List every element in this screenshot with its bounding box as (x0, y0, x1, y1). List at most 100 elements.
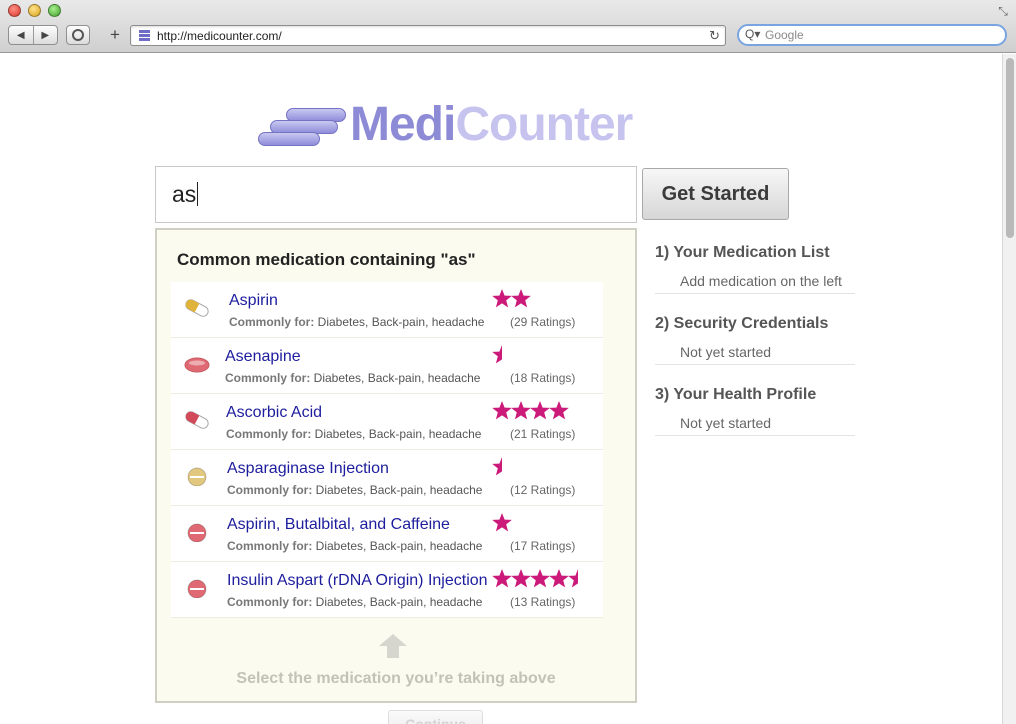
medication-results-panel: Common medication containing "as" Aspiri… (155, 228, 637, 703)
select-medication-hint: Select the medication you’re taking abov… (236, 670, 556, 687)
common-uses-label: Commonly for: (227, 483, 313, 497)
fullscreen-icon[interactable]: ⤡ (996, 4, 1010, 18)
reload-icon[interactable]: ↻ (709, 28, 720, 44)
step-status: Not yet started (655, 341, 855, 365)
step-status: Add medication on the left (655, 270, 855, 294)
search-placeholder: Google (765, 28, 804, 42)
star-rating (492, 569, 578, 588)
stop-button[interactable] (66, 25, 90, 45)
up-arrow-icon (379, 634, 407, 658)
medicounter-logo[interactable]: MediCounter (258, 98, 658, 152)
star-icon (530, 401, 550, 420)
logo-medi-text: Medi (350, 98, 456, 151)
new-tab-button[interactable]: + (102, 25, 128, 45)
star-icon (530, 569, 550, 588)
url-text[interactable]: http://medicounter.com/ (157, 29, 282, 43)
rating-count: (13 Ratings) (510, 595, 576, 609)
star-rating (492, 401, 569, 420)
back-forward-group: ◀ ▶ (8, 25, 58, 45)
medication-result-row[interactable]: Insulin Aspart (rDNA Origin) Injection Co… (171, 562, 603, 618)
medication-name-link[interactable]: Ascorbic Acid (226, 404, 322, 422)
medication-name-link[interactable]: Insulin Aspart (rDNA Origin) Injection (227, 572, 488, 590)
common-uses-text: Diabetes, Back-pain, headache (314, 315, 485, 329)
step-medication-list: 1) Your Medication List Add medication o… (655, 244, 855, 315)
common-uses: Commonly for: Diabetes, Back-pain, heada… (227, 539, 482, 553)
step-title: 1) Your Medication List (655, 244, 830, 261)
common-uses-text: Diabetes, Back-pain, headache (310, 371, 481, 385)
star-icon (492, 569, 512, 588)
tablet-icon (184, 357, 210, 373)
minimize-window-button[interactable] (28, 4, 41, 17)
site-favicon-icon (139, 30, 150, 42)
medication-name-link[interactable]: Asenapine (225, 348, 301, 366)
common-uses-text: Diabetes, Back-pain, headache (312, 483, 483, 497)
rating-count: (21 Ratings) (510, 427, 576, 441)
round-pill-icon (187, 523, 207, 542)
rating-count: (17 Ratings) (510, 539, 576, 553)
common-uses: Commonly for: Diabetes, Back-pain, heada… (227, 595, 482, 609)
star-icon (492, 289, 512, 308)
common-uses: Commonly for: Diabetes, Back-pain, heada… (229, 315, 484, 329)
pills-logo-icon (258, 108, 346, 148)
star-icon (511, 401, 531, 420)
medication-name-link[interactable]: Aspirin, Butalbital, and Caffeine (227, 516, 450, 534)
star-icon (511, 289, 531, 308)
common-uses: Commonly for: Diabetes, Back-pain, heada… (227, 483, 482, 497)
rating-count: (29 Ratings) (510, 315, 576, 329)
star-icon (492, 513, 512, 532)
star-icon (492, 401, 512, 420)
medication-result-row[interactable]: Asparaginase Injection Commonly for: Diab… (171, 450, 603, 506)
medication-result-row[interactable]: Ascorbic Acid Commonly for: Diabetes, Bac… (171, 394, 603, 450)
rating-count: (18 Ratings) (510, 371, 576, 385)
logo-counter-text: Counter (455, 98, 633, 151)
round-pill-icon (187, 467, 207, 486)
capsule-icon (185, 299, 209, 317)
page-scrollbar[interactable] (1002, 54, 1016, 724)
search-input-value[interactable]: as (172, 181, 199, 208)
progress-steps: 1) Your Medication List Add medication o… (655, 244, 855, 457)
medication-result-row[interactable]: Aspirin, Butalbital, and Caffeine Commonl… (171, 506, 603, 562)
medication-name-link[interactable]: Asparaginase Injection (227, 460, 389, 478)
get-started-button[interactable]: Get Started (642, 168, 789, 220)
stop-icon (72, 29, 84, 41)
star-rating (492, 513, 512, 532)
results-list: Aspirin Commonly for: Diabetes, Back-pain… (171, 282, 603, 618)
half-star-icon (492, 457, 502, 476)
common-uses-text: Diabetes, Back-pain, headache (311, 427, 482, 441)
common-uses-text: Diabetes, Back-pain, headache (312, 539, 483, 553)
half-star-icon (492, 345, 502, 364)
star-rating (492, 289, 531, 308)
results-title: Common medication containing "as" (177, 250, 476, 269)
medication-search-input[interactable]: as (155, 166, 637, 223)
medication-result-row[interactable]: Aspirin Commonly for: Diabetes, Back-pain… (171, 282, 603, 338)
browser-search-field[interactable]: Q▾ Google (737, 24, 1007, 46)
forward-button[interactable]: ▶ (32, 26, 58, 44)
scrollbar-thumb[interactable] (1006, 58, 1014, 238)
star-icon (549, 569, 569, 588)
star-rating (492, 457, 502, 476)
step-status: Not yet started (655, 412, 855, 436)
page-content: MediCounter as Get Started Common medica… (0, 54, 1002, 724)
medication-name-link[interactable]: Aspirin (229, 292, 278, 310)
common-uses-label: Commonly for: (229, 315, 315, 329)
zoom-window-button[interactable] (48, 4, 61, 17)
rating-count: (12 Ratings) (510, 483, 576, 497)
common-uses: Commonly for: Diabetes, Back-pain, heada… (226, 427, 481, 441)
star-icon (549, 401, 569, 420)
close-window-button[interactable] (8, 4, 21, 17)
capsule-icon (185, 411, 209, 429)
step-title: 3) Your Health Profile (655, 386, 817, 403)
step-health-profile: 3) Your Health Profile Not yet started (655, 386, 855, 457)
common-uses-label: Commonly for: (226, 427, 312, 441)
search-icon: Q▾ (745, 27, 761, 41)
continue-button[interactable]: Continue (388, 710, 483, 724)
star-rating (492, 345, 502, 364)
logo-wordmark: MediCounter (350, 98, 633, 151)
step-title: 2) Security Credentials (655, 315, 829, 332)
address-bar[interactable]: http://medicounter.com/ ↻ (130, 25, 726, 46)
medication-result-row[interactable]: Asenapine Commonly for: Diabetes, Back-pa… (171, 338, 603, 394)
text-caret (197, 182, 199, 206)
back-button[interactable]: ◀ (9, 26, 33, 44)
step-security-credentials: 2) Security Credentials Not yet started (655, 315, 855, 386)
star-icon (511, 569, 531, 588)
